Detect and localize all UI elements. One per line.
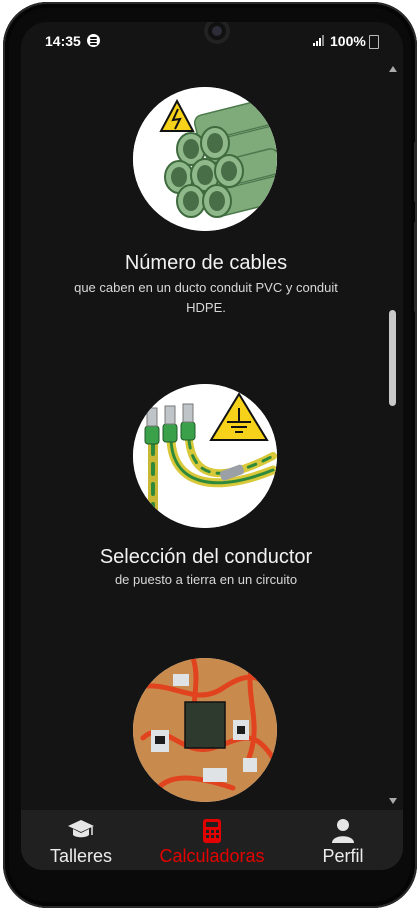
panel-wiring-image bbox=[133, 658, 277, 802]
nav-item-perfil[interactable]: Perfil bbox=[309, 810, 377, 870]
card-title: Número de cables bbox=[124, 252, 288, 274]
power-button bbox=[414, 222, 417, 312]
graduation-cap-icon bbox=[68, 820, 94, 838]
nav-label: Talleres bbox=[49, 846, 113, 866]
status-bar: 14:35 100% bbox=[21, 22, 403, 60]
status-time: 14:35 bbox=[45, 33, 81, 49]
signal-icon bbox=[313, 34, 327, 46]
user-icon bbox=[332, 819, 354, 843]
calculator-icon bbox=[203, 819, 221, 843]
pvc-conduit-illustration bbox=[133, 87, 277, 231]
spotify-icon bbox=[87, 34, 100, 47]
volume-button bbox=[414, 142, 417, 202]
card-subtitle: que caben en un ducto conduit PVC y cond… bbox=[74, 280, 338, 315]
nav-label: Perfil bbox=[322, 846, 364, 866]
calculator-card-panel-wiring[interactable] bbox=[21, 650, 391, 810]
card-title: Selección del conductor bbox=[99, 546, 313, 568]
nav-label: Calculadoras bbox=[159, 846, 265, 866]
scroll-thumb[interactable] bbox=[389, 310, 396, 406]
calculator-card-cable-count[interactable]: Número de cables que caben en un ducto c… bbox=[21, 60, 391, 350]
scroll-up-arrow-icon[interactable] bbox=[389, 66, 397, 72]
camera-lens-icon bbox=[212, 26, 222, 36]
nav-item-talleres[interactable]: Talleres bbox=[39, 810, 123, 870]
nav-item-calculadoras[interactable]: Calculadoras bbox=[149, 810, 275, 870]
battery-percent: 100% bbox=[330, 33, 366, 49]
ground-conductor-illustration bbox=[133, 384, 277, 528]
scroll-down-arrow-icon[interactable] bbox=[389, 798, 397, 804]
calculator-card-ground-conductor[interactable]: Selección del conductor de puesto a tier… bbox=[21, 370, 391, 610]
battery-icon bbox=[369, 35, 379, 49]
ground-conductor-image bbox=[133, 384, 277, 528]
phone-frame: 14:35 100% Número de cables que caben en… bbox=[3, 2, 417, 908]
calculators-list[interactable]: Número de cables que caben en un ducto c… bbox=[21, 60, 403, 810]
screen: 14:35 100% Número de cables que caben en… bbox=[21, 22, 403, 870]
bottom-navigation: Talleres Calculadoras Perfil bbox=[21, 810, 403, 870]
card-subtitle: de puesto a tierra en un circuito bbox=[114, 572, 298, 587]
panel-wiring-illustration bbox=[133, 658, 277, 802]
scrollbar[interactable] bbox=[389, 60, 401, 810]
pvc-conduit-image bbox=[133, 87, 277, 231]
